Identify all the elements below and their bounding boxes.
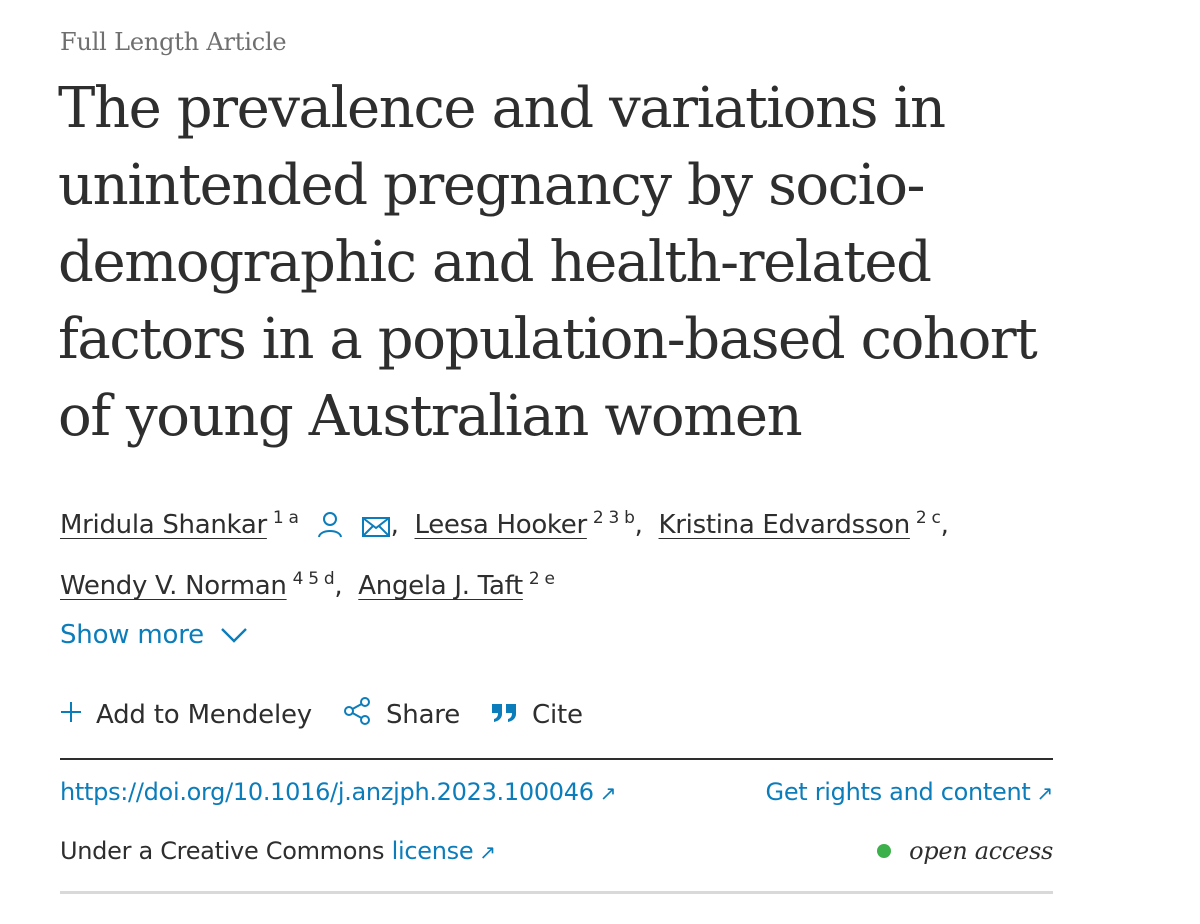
license-link-text: license xyxy=(391,837,474,865)
title-line: of young Australian women xyxy=(58,384,803,449)
plus-icon xyxy=(60,700,82,730)
get-rights-text: Get rights and content xyxy=(765,778,1031,806)
share-label: Share xyxy=(385,699,461,730)
author-affiliation-sup[interactable]: 1 a xyxy=(273,508,299,528)
author-affiliation-sup[interactable]: 4 5 d xyxy=(293,569,335,589)
add-to-mendeley-label: Add to Mendeley xyxy=(96,699,312,730)
envelope-icon[interactable] xyxy=(361,507,391,555)
title-line: The prevalence and variations in xyxy=(58,76,946,141)
external-link-icon: ↗ xyxy=(599,781,617,805)
author-link[interactable]: Wendy V. Norman xyxy=(60,571,287,601)
article-toolbar: Add to Mendeley Share Cite xyxy=(60,696,583,733)
doi-link[interactable]: https://doi.org/10.1016/j.anzjph.2023.10… xyxy=(60,778,616,806)
license-row: Under a Creative Commons license ↗ xyxy=(60,837,496,865)
show-more-button[interactable]: Show more xyxy=(60,620,248,650)
quote-icon xyxy=(490,700,518,730)
get-rights-link[interactable]: Get rights and content ↗ xyxy=(765,778,1054,806)
add-to-mendeley-button[interactable]: Add to Mendeley xyxy=(60,700,312,730)
author-link[interactable]: Leesa Hooker xyxy=(415,510,588,540)
title-line: demographic and health-related xyxy=(58,230,932,295)
share-icon xyxy=(342,696,372,733)
separator-comma: , xyxy=(634,510,643,540)
doi-text: https://doi.org/10.1016/j.anzjph.2023.10… xyxy=(60,778,594,806)
open-access-label: open access xyxy=(909,837,1053,865)
external-link-icon: ↗ xyxy=(1036,781,1054,805)
cite-label: Cite xyxy=(532,699,583,730)
title-line: factors in a population-based cohort xyxy=(58,307,1038,372)
external-link-icon: ↗ xyxy=(479,840,496,864)
author-affiliation-sup[interactable]: 2 c xyxy=(916,508,941,528)
divider xyxy=(60,891,1053,894)
separator-comma: , xyxy=(334,571,343,601)
article-title: The prevalence and variations in uninten… xyxy=(58,70,1118,455)
author-link[interactable]: Kristina Edvardsson xyxy=(659,510,911,540)
author-affiliation-sup[interactable]: 2 e xyxy=(529,569,555,589)
license-link[interactable]: license ↗ xyxy=(392,837,496,865)
author-line: Mridula Shankar 1 a , Leesa Hooker 2 3 b, … xyxy=(60,494,1060,555)
share-button[interactable]: Share xyxy=(342,696,460,733)
open-access-badge: open access xyxy=(877,837,1053,865)
chevron-down-icon xyxy=(220,620,248,650)
author-affiliation-sup[interactable]: 2 3 b xyxy=(593,508,635,528)
cite-button[interactable]: Cite xyxy=(490,700,583,730)
separator-comma: , xyxy=(390,510,399,540)
author-link[interactable]: Angela J. Taft xyxy=(358,571,523,601)
title-line: unintended pregnancy by socio- xyxy=(58,153,925,218)
person-icon[interactable] xyxy=(317,507,343,555)
status-dot-icon xyxy=(877,844,892,858)
separator-comma: , xyxy=(940,510,949,540)
divider xyxy=(60,758,1053,760)
author-list: Mridula Shankar 1 a , Leesa Hooker 2 3 b, … xyxy=(60,494,1060,610)
article-type: Full Length Article xyxy=(60,28,287,56)
author-link[interactable]: Mridula Shankar xyxy=(60,510,267,540)
license-prefix: Under a Creative Commons xyxy=(60,837,385,865)
show-more-label: Show more xyxy=(60,620,204,650)
author-line: Wendy V. Norman 4 5 d, Angela J. Taft 2 e xyxy=(60,555,1060,610)
